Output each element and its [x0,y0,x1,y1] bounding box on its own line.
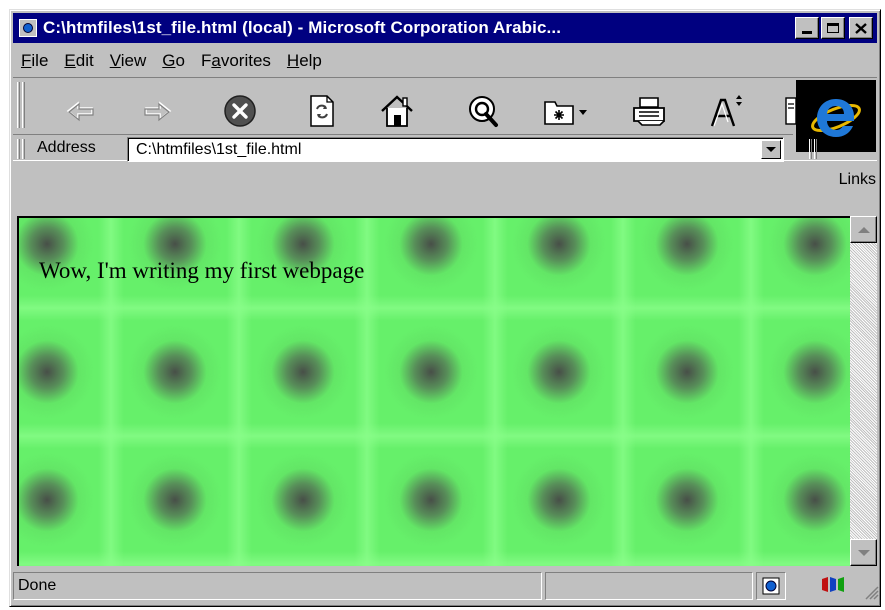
toolbar: Address C:\htmfiles\1st_file.html [13,77,877,162]
status-security-panel [789,572,879,600]
maximize-icon [827,23,839,33]
forward-icon [144,101,172,122]
address-label: Address [37,139,96,156]
menu-go-mnemonic: G [162,51,176,70]
search-icon [469,96,498,127]
links-grip-2[interactable] [814,139,817,159]
minimize-icon [802,30,812,34]
forward-button[interactable] [139,93,175,129]
standard-buttons [13,86,803,134]
caption-buttons [795,17,873,39]
minimize-button[interactable] [795,17,819,39]
address-dropdown-button[interactable] [761,140,781,159]
arrow-up-icon [857,226,870,233]
close-icon [855,22,867,34]
menu-file-mnemonic: F [21,51,32,70]
address-grip[interactable] [17,139,20,159]
links-grip[interactable] [809,139,812,159]
menu-favorites-prefix: F [200,51,212,70]
font-icon [710,95,742,127]
menu-favorites[interactable]: Favorites [193,51,279,71]
home-icon [381,95,413,127]
status-text: Done [18,577,57,594]
status-progress-panel [545,572,753,600]
menu-edit-mnemonic: E [64,51,76,70]
ie-logo [796,80,876,152]
font-button[interactable] [708,93,744,129]
status-text-panel: Done [13,572,542,600]
search-button[interactable] [465,93,501,129]
ie-logo-icon [811,99,861,137]
title-bar[interactable]: C:\htmfiles\1st_file.html (local) - Micr… [13,13,877,43]
address-grip-2[interactable] [22,139,25,159]
menu-favorites-label: vorites [220,51,271,70]
print-icon [633,97,665,126]
stop-button[interactable] [222,93,258,129]
favorites-icon [544,101,587,125]
vertical-scrollbar[interactable] [850,216,877,566]
menu-help-label: elp [299,51,322,70]
refresh-button[interactable] [304,93,340,129]
menu-file[interactable]: File [13,51,56,71]
menu-go[interactable]: Go [154,51,193,71]
ie-page-icon[interactable] [19,19,37,37]
menu-view-mnemonic: V [109,51,121,70]
page-content: Wow, I'm writing my first webpage [17,216,850,566]
address-bar: Address C:\htmfiles\1st_file.html [13,134,817,162]
print-button[interactable] [631,93,667,129]
menu-view-label: iew [120,51,147,70]
address-value: C:\htmfiles\1st_file.html [136,141,302,158]
resize-grip-icon[interactable] [863,584,879,600]
menu-bar: File Edit View Go Favorites Help [13,48,330,74]
chevron-down-icon [766,147,776,152]
status-bar: Done [13,571,879,601]
menu-help-mnemonic: H [286,51,300,70]
menu-edit-label: dit [75,51,94,70]
page-text: Wow, I'm writing my first webpage [39,258,365,283]
scroll-down-button[interactable] [850,539,877,566]
menu-view[interactable]: View [102,51,155,71]
status-zone-panel [756,572,786,600]
menu-go-label: o [175,51,185,70]
maximize-button[interactable] [821,17,845,39]
window-title: C:\htmfiles\1st_file.html (local) - Micr… [43,18,562,37]
favorites-button[interactable] [543,93,589,129]
refresh-icon [310,95,334,127]
security-zone-icon [822,577,844,592]
stop-icon [224,95,256,127]
menu-favorites-mnemonic: a [211,51,221,70]
back-button[interactable] [63,93,99,129]
home-button[interactable] [379,93,415,129]
menu-file-label: ile [31,51,49,70]
address-input[interactable]: C:\htmfiles\1st_file.html [127,137,784,162]
menu-edit[interactable]: Edit [56,51,101,71]
scroll-up-button[interactable] [850,216,877,243]
back-icon [66,101,94,122]
links-button[interactable]: Links [839,171,876,189]
browser-window: C:\htmfiles\1st_file.html (local) - Micr… [9,9,881,607]
menu-help[interactable]: Help [279,51,330,71]
arrow-down-icon [857,549,870,556]
close-button[interactable] [849,17,873,39]
local-page-icon [762,577,780,595]
